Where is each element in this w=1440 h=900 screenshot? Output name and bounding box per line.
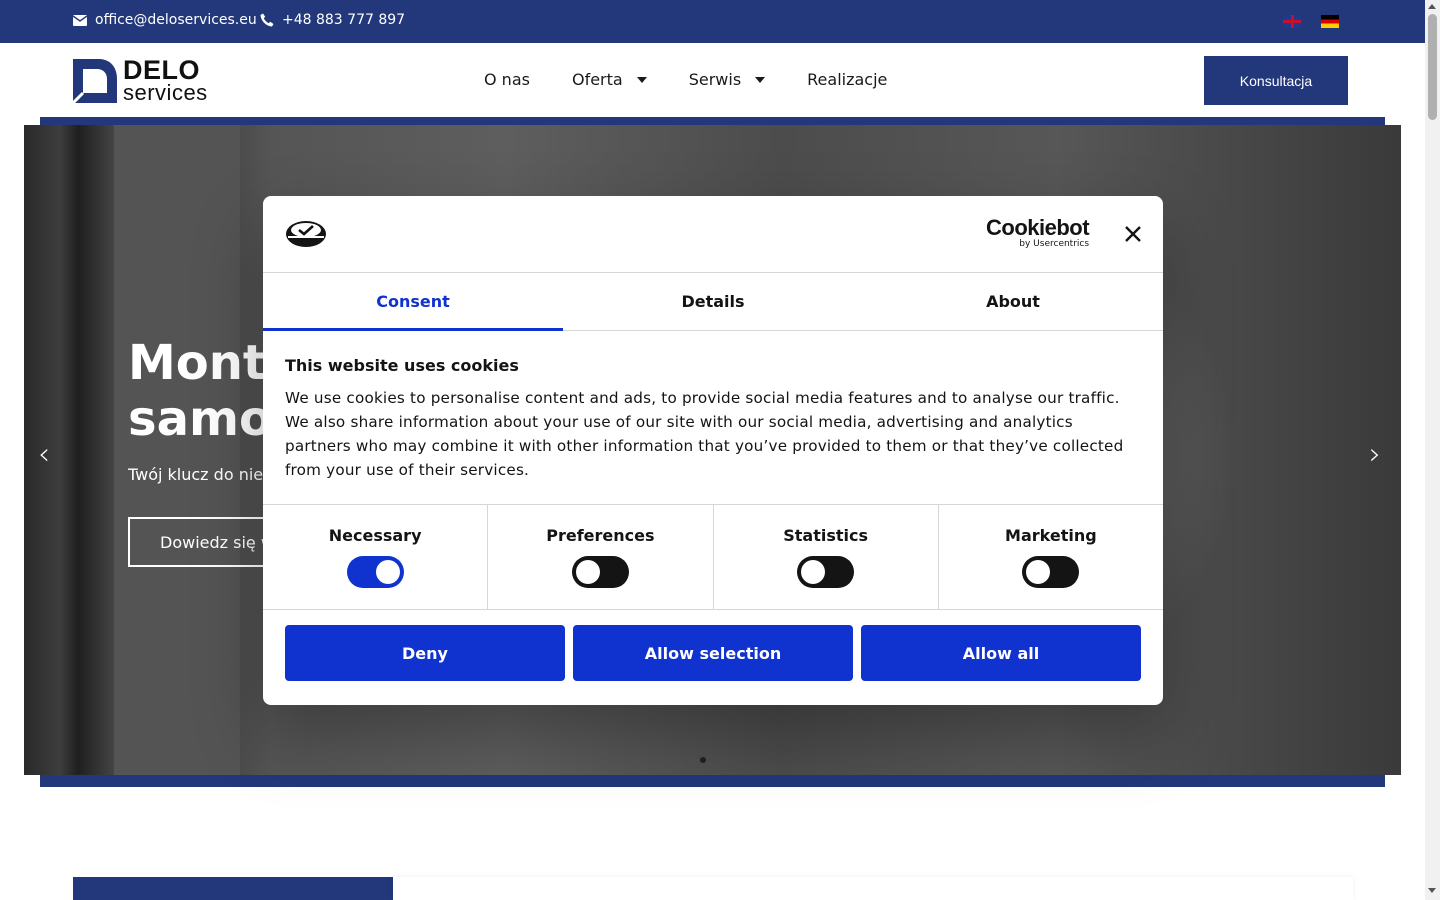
caret-down-icon	[636, 76, 647, 83]
envelope-icon	[73, 14, 87, 26]
dialog-buttons: Deny Allow selection Allow all	[285, 625, 1141, 681]
delo-logo-icon	[73, 58, 117, 103]
dialog-header: Cookiebot by Usercentrics	[263, 196, 1163, 273]
email-text: office@deloservices.eu	[95, 12, 257, 28]
brand-sub: by Usercentrics	[1019, 239, 1090, 249]
preferences-toggle[interactable]	[571, 556, 629, 588]
category-label: Necessary	[328, 526, 422, 545]
category-label: Marketing	[1005, 526, 1097, 545]
category-preferences: Preferences	[488, 505, 714, 609]
scroll-up-icon[interactable]	[1428, 4, 1436, 9]
dialog-body: This website uses cookies We use cookies…	[285, 356, 1125, 482]
nav-item-label: Serwis	[688, 70, 742, 89]
hero-image-panel	[114, 125, 240, 775]
close-icon[interactable]	[1122, 223, 1144, 245]
nav-item-label: Realizacje	[807, 70, 888, 89]
toggle-knob	[1026, 560, 1051, 584]
consultation-button[interactable]: Konsultacja	[1204, 56, 1348, 105]
site-logo[interactable]: DELO services	[73, 57, 208, 104]
hero-subtitle: Twój klucz do niez	[128, 465, 268, 484]
chevron-right-icon[interactable]: ›	[1369, 437, 1381, 472]
category-marketing: Marketing	[939, 505, 1163, 609]
nav-item-o-nas[interactable]: O nas	[484, 70, 530, 89]
section-card	[393, 877, 1353, 900]
toggle-knob	[575, 560, 600, 584]
statistics-toggle[interactable]	[797, 556, 855, 588]
page: office@deloservices.eu +48 883 777 897 D…	[0, 0, 1425, 900]
chevron-left-icon[interactable]: ‹	[38, 437, 50, 472]
top-bar: office@deloservices.eu +48 883 777 897	[0, 0, 1425, 43]
site-header: DELO services O nas Oferta Serwis Realiz…	[0, 43, 1425, 117]
cookie-category-toggles: Necessary Preferences Statistics Marketi…	[263, 504, 1163, 610]
nav-item-oferta[interactable]: Oferta	[572, 70, 647, 89]
nav-item-label: O nas	[484, 70, 530, 89]
nav-item-serwis[interactable]: Serwis	[688, 70, 766, 89]
allow-selection-button[interactable]: Allow selection	[573, 625, 853, 681]
dialog-text: We use cookies to personalise content an…	[285, 389, 1124, 479]
logo-text: DELO services	[123, 57, 208, 104]
deny-button[interactable]: Deny	[285, 625, 565, 681]
category-label: Preferences	[546, 526, 655, 545]
category-statistics: Statistics	[714, 505, 939, 609]
dialog-title: This website uses cookies	[285, 356, 519, 375]
uk-flag-icon[interactable]	[1283, 15, 1301, 28]
phone-icon	[260, 13, 274, 27]
toggle-knob	[375, 560, 400, 584]
cookie-logo-icon	[286, 221, 326, 247]
phone-link[interactable]: +48 883 777 897	[260, 12, 405, 28]
toggle-knob	[801, 560, 826, 584]
page-scrollbar[interactable]	[1425, 0, 1440, 900]
allow-all-button[interactable]: Allow all	[861, 625, 1141, 681]
scroll-down-icon[interactable]	[1428, 888, 1436, 893]
category-label: Statistics	[783, 526, 868, 545]
brand-name: Cookiebot	[986, 215, 1090, 240]
de-flag-icon[interactable]	[1321, 15, 1339, 28]
logo-line2: services	[123, 80, 208, 105]
nav-item-realizacje[interactable]: Realizacje	[807, 70, 887, 89]
tab-about[interactable]: About	[863, 273, 1163, 330]
slider-dot[interactable]	[700, 757, 706, 763]
marketing-toggle[interactable]	[1022, 556, 1080, 588]
caret-down-icon	[755, 76, 766, 83]
tab-details[interactable]: Details	[563, 273, 863, 330]
email-link[interactable]: office@deloservices.eu	[73, 12, 257, 28]
phone-text: +48 883 777 897	[282, 12, 406, 28]
nav-item-label: Oferta	[571, 70, 623, 89]
dialog-tabs: Consent Details About	[263, 273, 1163, 331]
cookiebot-brand[interactable]: Cookiebot by Usercentrics	[986, 215, 1090, 249]
category-necessary: Necessary	[263, 505, 489, 609]
section-accent-block	[73, 877, 393, 900]
scrollbar-thumb[interactable]	[1428, 14, 1437, 120]
necessary-toggle[interactable]	[346, 556, 404, 588]
tab-consent[interactable]: Consent	[263, 273, 563, 331]
cookie-consent-dialog: Cookiebot by Usercentrics Consent Detail…	[263, 196, 1163, 705]
main-nav: O nas Oferta Serwis Realizacje	[484, 70, 887, 89]
